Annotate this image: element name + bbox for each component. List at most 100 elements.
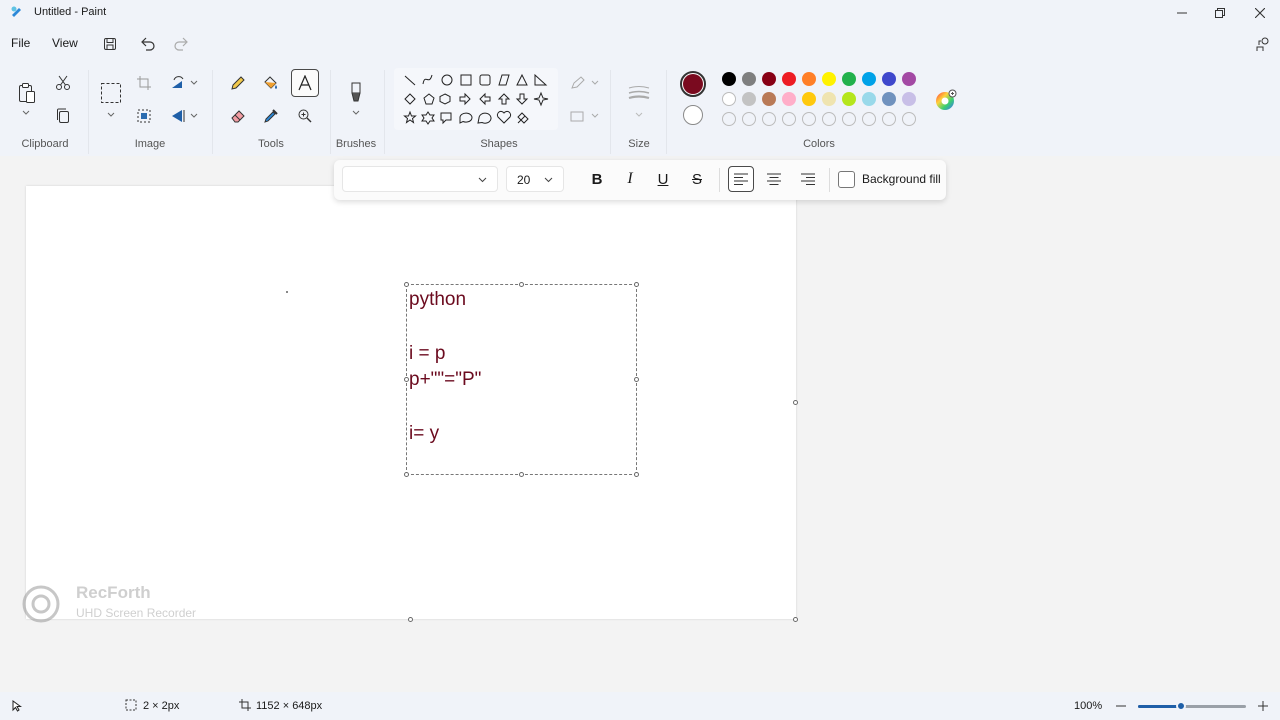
right-triangle-shape-icon[interactable]: [534, 73, 548, 86]
eraser-tool[interactable]: [226, 104, 250, 128]
canvas-resize-handle-bottom[interactable]: [408, 617, 413, 622]
curve-shape-icon[interactable]: [422, 74, 433, 85]
fill-shape-button[interactable]: [567, 104, 601, 128]
color-swatch[interactable]: [842, 72, 856, 86]
oval-callout-shape-icon[interactable]: [459, 112, 473, 124]
custom-color-slot[interactable]: [762, 112, 776, 126]
magnifier-tool[interactable]: [293, 104, 317, 128]
color-swatch[interactable]: [802, 92, 816, 106]
custom-color-slot[interactable]: [862, 112, 876, 126]
right-arrow-shape-icon[interactable]: [459, 92, 471, 106]
heart-shape-icon[interactable]: [496, 110, 512, 124]
custom-color-slot[interactable]: [902, 112, 916, 126]
rect-callout-shape-icon[interactable]: [440, 112, 452, 125]
paste-chevron-icon[interactable]: [22, 110, 30, 116]
outline-button[interactable]: [567, 71, 601, 95]
zoom-slider-track[interactable]: [1138, 701, 1246, 711]
hexagon-shape-icon[interactable]: [439, 93, 451, 105]
up-arrow-shape-icon[interactable]: [497, 93, 511, 105]
zoom-out-icon[interactable]: [1116, 705, 1126, 707]
rectangle-shape-icon[interactable]: [460, 74, 472, 86]
custom-color-slot[interactable]: [822, 112, 836, 126]
color-swatch[interactable]: [902, 92, 916, 106]
color-swatch[interactable]: [722, 72, 736, 86]
rotate-chevron-icon[interactable]: [190, 80, 198, 86]
color-swatch[interactable]: [802, 72, 816, 86]
text-box-handle[interactable]: [634, 472, 639, 477]
brushes-chevron-icon[interactable]: [352, 110, 360, 116]
pentagon-shape-icon[interactable]: [423, 93, 435, 105]
resize-button[interactable]: [132, 104, 156, 128]
bold-button[interactable]: B: [584, 166, 610, 192]
left-arrow-shape-icon[interactable]: [479, 92, 491, 106]
color-swatch[interactable]: [762, 92, 776, 106]
zoom-level-text[interactable]: 100%: [1074, 700, 1102, 712]
oval-shape-icon[interactable]: [441, 74, 453, 86]
text-box-handle[interactable]: [404, 377, 409, 382]
zoom-slider-thumb[interactable]: [1176, 701, 1187, 711]
canvas-resize-handle-right[interactable]: [793, 400, 798, 405]
down-arrow-shape-icon[interactable]: [515, 93, 529, 105]
file-menu[interactable]: File: [11, 36, 30, 50]
size-button[interactable]: [626, 80, 652, 106]
custom-color-slot[interactable]: [842, 112, 856, 126]
rotate-button[interactable]: [166, 71, 190, 95]
text-box-handle[interactable]: [519, 472, 524, 477]
lightning-shape-icon[interactable]: [517, 112, 529, 124]
text-tool[interactable]: [291, 69, 319, 97]
five-point-star-shape-icon[interactable]: [403, 110, 417, 124]
color-swatch[interactable]: [822, 72, 836, 86]
custom-color-slot[interactable]: [742, 112, 756, 126]
select-button[interactable]: [98, 80, 124, 106]
custom-color-slot[interactable]: [882, 112, 896, 126]
minimize-button[interactable]: [1162, 0, 1202, 26]
primary-color-button[interactable]: [680, 71, 706, 97]
account-button[interactable]: [1252, 34, 1274, 54]
color-swatch[interactable]: [822, 92, 836, 106]
color-swatch[interactable]: [742, 92, 756, 106]
close-button[interactable]: [1240, 0, 1280, 26]
text-box-handle[interactable]: [404, 472, 409, 477]
custom-color-slot[interactable]: [782, 112, 796, 126]
color-swatch[interactable]: [842, 92, 856, 106]
copy-button[interactable]: [51, 104, 75, 128]
color-swatch[interactable]: [762, 72, 776, 86]
flip-chevron-icon[interactable]: [190, 113, 198, 119]
restore-button[interactable]: [1200, 0, 1240, 26]
cloud-callout-shape-icon[interactable]: [477, 112, 492, 124]
color-picker-tool[interactable]: [259, 104, 283, 128]
paste-button[interactable]: [14, 80, 40, 106]
background-fill-checkbox[interactable]: [838, 171, 855, 188]
select-chevron-icon[interactable]: [107, 112, 115, 118]
color-swatch[interactable]: [882, 72, 896, 86]
undo-button[interactable]: [137, 34, 159, 54]
color-swatch[interactable]: [882, 92, 896, 106]
six-point-star-shape-icon[interactable]: [421, 111, 435, 125]
secondary-color-button[interactable]: [683, 105, 703, 125]
view-menu[interactable]: View: [52, 36, 78, 50]
text-box-handle[interactable]: [634, 282, 639, 287]
font-size-dropdown[interactable]: 20: [506, 166, 564, 192]
cut-button[interactable]: [51, 71, 75, 95]
font-family-dropdown[interactable]: [342, 166, 498, 192]
color-swatch[interactable]: [742, 72, 756, 86]
custom-color-slot[interactable]: [802, 112, 816, 126]
text-box-handle[interactable]: [634, 377, 639, 382]
zoom-in-icon[interactable]: [1258, 701, 1268, 711]
canvas-resize-handle-corner[interactable]: [793, 617, 798, 622]
flip-button[interactable]: [166, 104, 190, 128]
brushes-button[interactable]: [344, 80, 368, 106]
underline-button[interactable]: U: [650, 166, 676, 192]
text-box-handle[interactable]: [519, 282, 524, 287]
polygon-shape-icon[interactable]: [498, 74, 510, 86]
text-box[interactable]: python i = p p+""="P" i= y: [406, 284, 637, 475]
crop-button[interactable]: [132, 71, 156, 95]
italic-button[interactable]: I: [617, 166, 643, 192]
color-swatch[interactable]: [862, 72, 876, 86]
triangle-shape-icon[interactable]: [516, 73, 528, 86]
color-swatch[interactable]: [862, 92, 876, 106]
align-center-button[interactable]: [761, 166, 787, 192]
size-chevron-icon[interactable]: [635, 112, 643, 118]
custom-color-slot[interactable]: [722, 112, 736, 126]
edit-colors-button[interactable]: [935, 89, 957, 111]
